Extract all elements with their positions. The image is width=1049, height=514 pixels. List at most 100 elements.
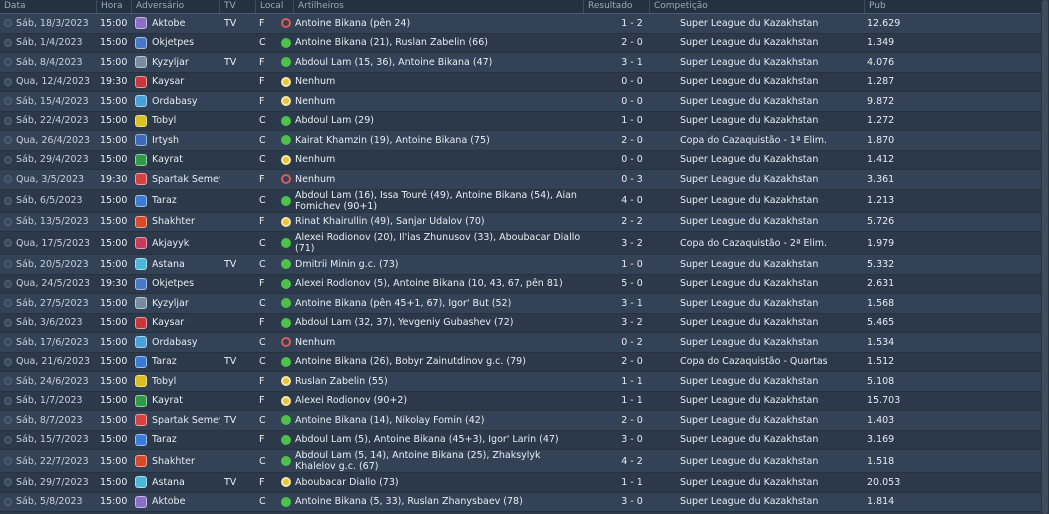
table-row[interactable]: Sáb, 22/7/2023 15:00 Shakhter C Abdoul Lam (… (0, 450, 1049, 473)
competition[interactable]: Super League du Kazakhstan (680, 195, 865, 206)
opponent-cell[interactable]: Kyzyljar (132, 56, 220, 69)
row-select-radio[interactable] (4, 279, 12, 288)
opponent-name[interactable]: Astana (152, 259, 185, 270)
opponent-cell[interactable]: Ordabasy (132, 95, 220, 108)
col-header-tv[interactable]: TV (220, 0, 256, 13)
competition[interactable]: Super League du Kazakhstan (680, 174, 865, 185)
opponent-cell[interactable]: Taraz (132, 194, 220, 207)
competition[interactable]: Super League du Kazakhstan (680, 456, 865, 467)
competition[interactable]: Super League du Kazakhstan (680, 278, 865, 289)
row-select-radio[interactable] (4, 38, 12, 47)
opponent-name[interactable]: Okjetpes (152, 278, 194, 289)
opponent-name[interactable]: Taraz (152, 434, 177, 445)
col-header-venue[interactable]: Local (256, 0, 294, 13)
match-result[interactable]: 2 - 0 (584, 37, 680, 48)
opponent-name[interactable]: Shakhter (152, 216, 195, 227)
opponent-cell[interactable]: Kaysar (132, 75, 220, 88)
col-header-result[interactable]: Resultado (584, 0, 650, 13)
match-result[interactable]: 1 - 0 (584, 115, 680, 126)
opponent-cell[interactable]: Taraz (132, 355, 220, 368)
match-result[interactable]: 4 - 0 (584, 195, 680, 206)
row-select-radio[interactable] (4, 97, 12, 106)
opponent-cell[interactable]: Kaysar (132, 316, 220, 329)
match-result[interactable]: 0 - 2 (584, 337, 680, 348)
opponent-name[interactable]: Spartak Semey (152, 174, 220, 185)
row-select-radio[interactable] (4, 116, 12, 125)
competition[interactable]: Super League du Kazakhstan (680, 115, 865, 126)
table-row[interactable]: Sáb, 20/5/2023 15:00 Astana TV C Dmitrii Mini… (0, 255, 1049, 275)
match-result[interactable]: 1 - 0 (584, 259, 680, 270)
row-select-radio[interactable] (4, 175, 12, 184)
competition[interactable]: Super League du Kazakhstan (680, 259, 865, 270)
vertical-scrollbar[interactable] (1041, 0, 1049, 514)
opponent-name[interactable]: Aktobe (152, 496, 185, 507)
table-row[interactable]: Sáb, 3/6/2023 15:00 Kaysar F Abdoul Lam (32,… (0, 313, 1049, 333)
col-header-date[interactable]: Data (0, 0, 97, 13)
match-result[interactable]: 3 - 1 (584, 298, 680, 309)
opponent-name[interactable]: Okjetpes (152, 37, 194, 48)
match-result[interactable]: 3 - 2 (584, 238, 680, 249)
table-row[interactable]: Sáb, 22/4/2023 15:00 Tobyl C Abdoul Lam (29)… (0, 111, 1049, 131)
match-result[interactable]: 3 - 0 (584, 434, 680, 445)
match-result[interactable]: 1 - 1 (584, 477, 680, 488)
table-row[interactable]: Sáb, 8/7/2023 15:00 Spartak Semey TV C Antoin… (0, 411, 1049, 431)
row-select-radio[interactable] (4, 435, 12, 444)
table-row[interactable]: Sáb, 24/6/2023 15:00 Tobyl F Ruslan Zabelin … (0, 372, 1049, 392)
opponent-cell[interactable]: Ordabasy (132, 336, 220, 349)
opponent-name[interactable]: Shakhter (152, 456, 195, 467)
match-result[interactable]: 1 - 1 (584, 395, 680, 406)
competition[interactable]: Super League du Kazakhstan (680, 376, 865, 387)
opponent-name[interactable]: Tobyl (152, 115, 176, 126)
competition[interactable]: Super League du Kazakhstan (680, 57, 865, 68)
opponent-name[interactable]: Kayrat (152, 154, 183, 165)
col-header-attendance[interactable]: Pub (865, 0, 1041, 13)
opponent-cell[interactable]: Astana (132, 258, 220, 271)
match-result[interactable]: 0 - 0 (584, 96, 680, 107)
table-row[interactable]: Sáb, 17/6/2023 15:00 Ordabasy C Nenhum 0 - 2S… (0, 333, 1049, 353)
match-result[interactable]: 3 - 0 (584, 496, 680, 507)
table-row[interactable]: Sáb, 27/5/2023 15:00 Kyzyljar C Antoine Bika… (0, 294, 1049, 314)
col-header-time[interactable]: Hora (97, 0, 132, 13)
opponent-cell[interactable]: Kayrat (132, 153, 220, 166)
row-select-radio[interactable] (4, 77, 12, 86)
competition[interactable]: Copa do Cazaquistão - 1ª Elim. (680, 135, 865, 146)
opponent-name[interactable]: Irtysh (152, 135, 179, 146)
opponent-name[interactable]: Kayrat (152, 395, 183, 406)
row-select-radio[interactable] (4, 136, 12, 145)
table-row[interactable]: Sáb, 29/7/2023 15:00 Astana TV F Aboubacar Di… (0, 473, 1049, 493)
opponent-name[interactable]: Spartak Semey (152, 415, 220, 426)
row-select-radio[interactable] (4, 318, 12, 327)
opponent-name[interactable]: Akjayyk (152, 238, 189, 249)
opponent-cell[interactable]: Tobyl (132, 114, 220, 127)
match-result[interactable]: 0 - 3 (584, 174, 680, 185)
table-row[interactable]: Qua, 12/4/2023 19:30 Kaysar F Nenhum 0 - 0 Sup… (0, 72, 1049, 92)
table-row[interactable]: Qua, 21/6/2023 15:00 Taraz TV C Antoine Bikan… (0, 352, 1049, 372)
match-result[interactable]: 2 - 0 (584, 356, 680, 367)
table-row[interactable]: Sáb, 13/5/2023 15:00 Shakhter F Rinat Khairu… (0, 212, 1049, 232)
col-header-scorers[interactable]: Artilheiros (294, 0, 584, 13)
opponent-cell[interactable]: Shakhter (132, 215, 220, 228)
competition[interactable]: Super League du Kazakhstan (680, 76, 865, 87)
row-select-radio[interactable] (4, 457, 12, 465)
table-row[interactable]: Sáb, 15/4/2023 15:00 Ordabasy F Nenhum 0 - 0S… (0, 92, 1049, 112)
opponent-cell[interactable]: Spartak Semey (132, 173, 220, 186)
opponent-cell[interactable]: Spartak Semey (132, 414, 220, 427)
match-result[interactable]: 2 - 2 (584, 216, 680, 227)
competition[interactable]: Super League du Kazakhstan (680, 317, 865, 328)
opponent-cell[interactable]: Taraz (132, 433, 220, 446)
table-row[interactable]: Sáb, 15/7/2023 15:00 Taraz F Abdoul Lam (5),… (0, 430, 1049, 450)
row-select-radio[interactable] (4, 196, 12, 205)
row-select-radio[interactable] (4, 260, 12, 269)
opponent-cell[interactable]: Aktobe (132, 17, 220, 30)
match-result[interactable]: 5 - 0 (584, 278, 680, 289)
match-result[interactable]: 1 - 2 (584, 18, 680, 29)
table-row[interactable]: Sáb, 1/4/2023 15:00 Okjetpes C Antoine Bikan… (0, 33, 1049, 53)
match-result[interactable]: 3 - 1 (584, 57, 680, 68)
opponent-cell[interactable]: Astana (132, 476, 220, 489)
competition[interactable]: Super League du Kazakhstan (680, 477, 865, 488)
opponent-name[interactable]: Taraz (152, 356, 177, 367)
match-result[interactable]: 2 - 0 (584, 415, 680, 426)
row-select-radio[interactable] (4, 357, 12, 366)
opponent-cell[interactable]: Tobyl (132, 375, 220, 388)
opponent-name[interactable]: Taraz (152, 195, 177, 206)
